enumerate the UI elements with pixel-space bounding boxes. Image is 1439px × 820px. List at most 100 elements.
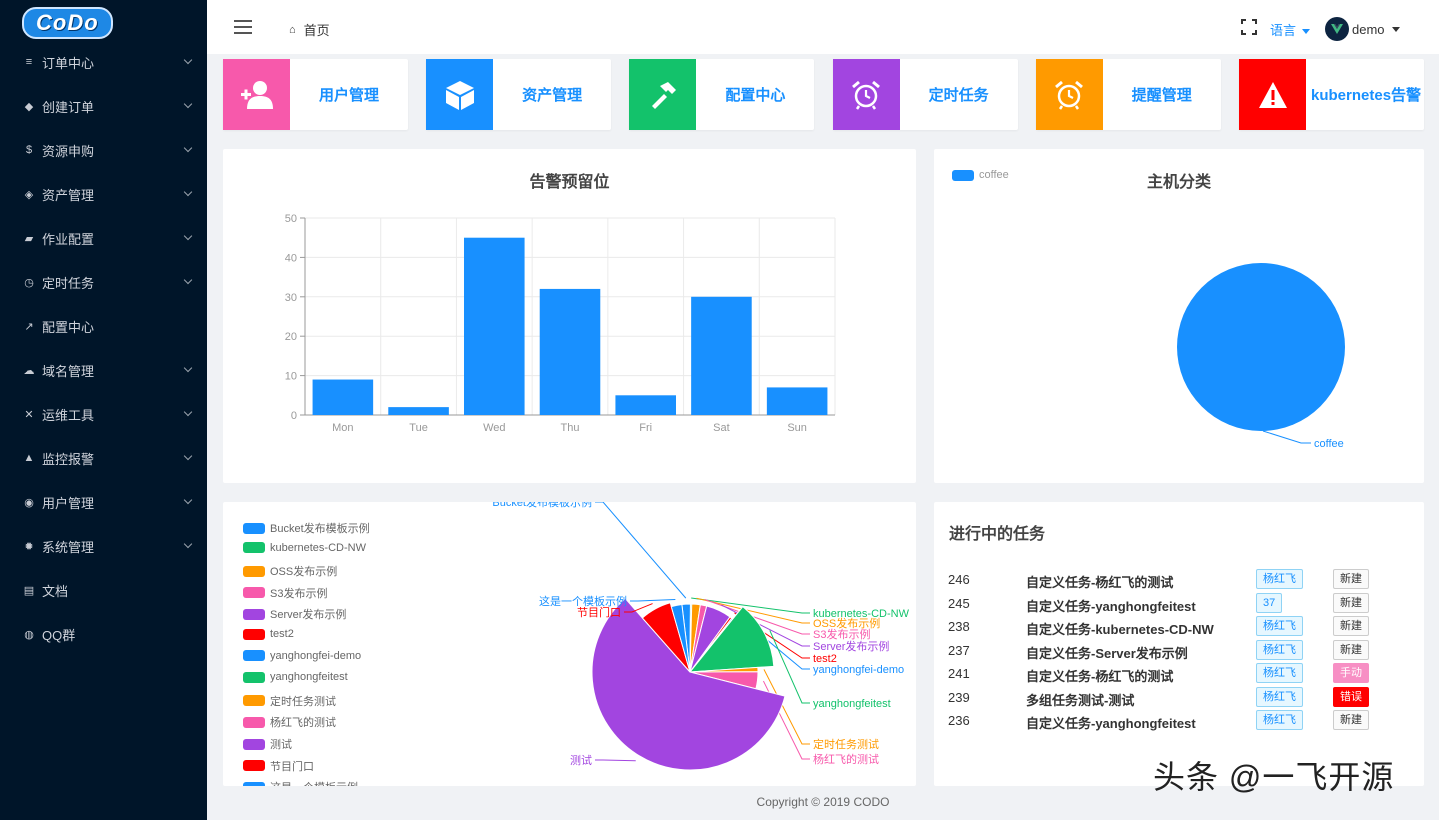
chevron-down-icon (183, 99, 193, 109)
task-row[interactable]: 236 自定义任务-yanghongfeitest 杨红飞 新建 (948, 710, 1408, 733)
sidebar-item-11[interactable]: ✹ 系统管理 (0, 531, 207, 561)
quick-card-0[interactable]: 用户管理 (223, 59, 408, 130)
task-name[interactable]: 多组任务测试-测试 (1026, 690, 1134, 709)
sidebar-item-7[interactable]: ☁ 域名管理 (0, 355, 207, 385)
sidebar-item-13[interactable]: ◍ QQ群 (0, 619, 207, 649)
task-row[interactable]: 241 自定义任务-杨红飞的测试 杨红飞 手动 (948, 663, 1408, 686)
x-tick-label: Thu (561, 422, 580, 434)
quick-card-label: 配置中心 (725, 87, 786, 104)
avatar (1325, 17, 1349, 41)
quick-card-4[interactable]: 提醒管理 (1035, 59, 1221, 130)
task-user-tag: 杨红飞 (1256, 686, 1303, 707)
y-tick-label: 10 (285, 371, 297, 383)
sidebar-item-9[interactable]: ▲ 监控报警 (0, 443, 207, 473)
hammer-icon (629, 59, 697, 130)
chevron-down-icon (183, 539, 193, 549)
top-bar: ⌂ 首页 语言 demo (207, 0, 1439, 54)
sidebar-item-12[interactable]: ▤ 文档 (0, 575, 207, 605)
task-pie-label-line (595, 502, 687, 599)
task-name[interactable]: 自定义任务-yanghongfeitest (1026, 713, 1196, 732)
sidebar-item-0[interactable]: ≡ 订单中心 (0, 47, 207, 77)
x-tick-label: Sat (713, 422, 730, 434)
bar-thu[interactable] (539, 288, 601, 415)
home-icon: ⌂ (289, 23, 296, 36)
quick-card-3[interactable]: 定时任务 (832, 59, 1018, 130)
user-dropdown[interactable]: demo (1325, 17, 1400, 41)
sidebar-item-label: 作业配置 (42, 231, 95, 247)
task-name[interactable]: 自定义任务-kubernetes-CD-NW (1026, 619, 1214, 638)
sidebar-item-6[interactable]: ↗ 配置中心 (0, 311, 207, 341)
y-tick-label: 20 (285, 331, 297, 343)
sidebar-item-3[interactable]: ◈ 资产管理 (0, 179, 207, 209)
y-tick-label: 40 (285, 252, 297, 264)
language-dropdown[interactable]: 语言 (1270, 20, 1311, 39)
task-status-badge: 新建 (1333, 616, 1369, 636)
bar-tue[interactable] (388, 407, 449, 415)
task-name[interactable]: 自定义任务-Server发布示例 (1026, 643, 1188, 662)
quick-card-5[interactable]: kubernetes告警 (1239, 59, 1424, 130)
pie-slice-coffee[interactable] (1177, 263, 1345, 431)
bar-mon[interactable] (312, 379, 374, 415)
tasks-title: 进行中的任务 (949, 526, 1046, 543)
task-name[interactable]: 自定义任务-杨红飞的测试 (1026, 572, 1173, 591)
breadcrumb[interactable]: ⌂ 首页 (289, 20, 330, 39)
book-icon: ▤ (23, 584, 35, 597)
sidebar-item-1[interactable]: ◆ 创建订单 (0, 91, 207, 121)
host-chart-panel: 主机分类 coffee coffee (934, 149, 1424, 483)
quick-card-label: 提醒管理 (1131, 87, 1192, 104)
task-name[interactable]: 自定义任务-杨红飞的测试 (1026, 666, 1173, 685)
task-pie-label-line (630, 598, 676, 602)
bar-fri[interactable] (615, 395, 676, 415)
quick-card-1[interactable]: 资产管理 (426, 59, 612, 130)
task-row[interactable]: 238 自定义任务-kubernetes-CD-NW 杨红飞 新建 (948, 616, 1408, 639)
bar-wed[interactable] (464, 237, 525, 415)
task-pie-slice-label: OSS发布示例 (813, 616, 880, 630)
x-tick-label: Sun (787, 422, 807, 434)
shield-icon: ◆ (24, 100, 34, 113)
task-id: 239 (948, 689, 970, 705)
task-id: 245 (948, 595, 970, 611)
sidebar-item-label: 系统管理 (42, 539, 95, 555)
task-id: 246 (948, 572, 970, 587)
fullscreen-icon[interactable] (1241, 19, 1257, 35)
y-tick-label: 0 (291, 410, 297, 422)
task-name[interactable]: 自定义任务-yanghongfeitest (1026, 596, 1196, 615)
task-status-badge: 新建 (1333, 639, 1369, 660)
task-row[interactable]: 246 自定义任务-杨红飞的测试 杨红飞 新建 (948, 569, 1408, 592)
task-pie-slice-label: yanghongfei-demo (813, 664, 904, 676)
sidebar-item-10[interactable]: ◉ 用户管理 (0, 487, 207, 517)
pie-slice-label: coffee (1314, 438, 1344, 450)
cube-icon (426, 59, 494, 130)
sidebar-item-label: 订单中心 (42, 55, 95, 71)
vue-logo-icon (1331, 24, 1343, 34)
logo[interactable]: CoDo (0, 0, 207, 46)
sidebar-item-8[interactable]: ✕ 运维工具 (0, 399, 207, 429)
chevron-down-icon (183, 275, 193, 285)
cube-icon: ◈ (24, 188, 34, 201)
sidebar-item-label: 定时任务 (42, 275, 95, 291)
menu-toggle-icon[interactable] (234, 20, 252, 38)
task-row[interactable]: 245 自定义任务-yanghongfeitest 37 新建 (948, 592, 1408, 616)
dollar-icon: $ (25, 144, 33, 156)
bar-sat[interactable] (691, 296, 752, 415)
qq-icon: ◍ (24, 628, 34, 641)
sidebar-item-2[interactable]: $ 资源申购 (0, 135, 207, 165)
sidebar: CoDo ≡ 订单中心 ◆ 创建订单 $ 资源申购 ◈ 资产管理 ▰ 作业配置 ◷ 定时任务 ↗ 配置中心… (0, 0, 207, 820)
task-row[interactable]: 239 多组任务测试-测试 杨红飞 错误 (948, 686, 1408, 710)
task-id: 241 (948, 666, 970, 681)
chevron-down-icon (183, 495, 193, 505)
task-status-badge: 错误 (1333, 686, 1369, 707)
quick-card-2[interactable]: 配置中心 (629, 59, 815, 130)
task-row[interactable]: 237 自定义任务-Server发布示例 杨红飞 新建 (948, 639, 1408, 663)
task-user-tag: 杨红飞 (1256, 616, 1303, 636)
chevron-down-icon (183, 231, 193, 241)
quick-card-label: 资产管理 (522, 87, 583, 104)
alert-bar-chart: 0 10 20 30 40 50 Mon Tue Wed Thu Fri Sat Sun (285, 213, 836, 434)
sidebar-item-5[interactable]: ◷ 定时任务 (0, 267, 207, 297)
sidebar-item-label: 监控报警 (42, 451, 95, 467)
task-status-badge: 新建 (1333, 710, 1369, 730)
task-pie-slice-label: 测试 (570, 754, 592, 767)
sidebar-item-4[interactable]: ▰ 作业配置 (0, 223, 207, 253)
bar-sun[interactable] (766, 387, 828, 415)
tools-icon: ✕ (24, 408, 34, 421)
